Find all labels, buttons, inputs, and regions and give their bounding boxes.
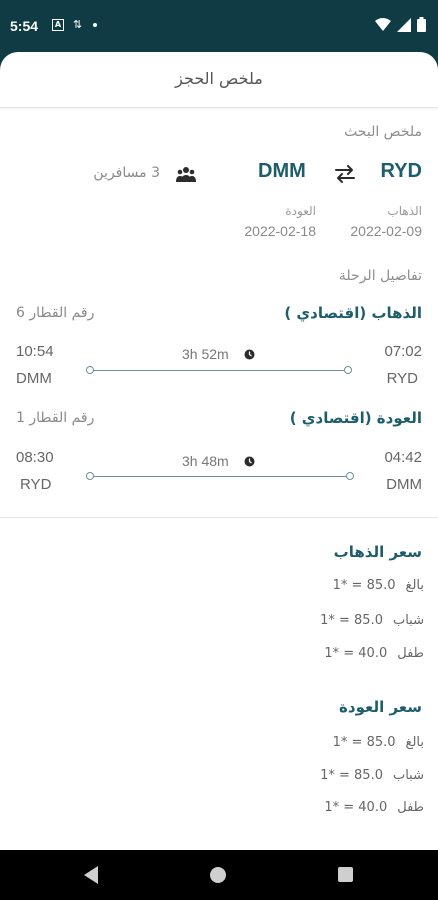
trip-details-title: تفاصيل الرحلة bbox=[338, 268, 422, 284]
inbound-depart-code: DMM bbox=[386, 476, 422, 493]
dot-icon bbox=[93, 22, 98, 27]
outbound-leg-title: الذهاب (اقتصادي ) bbox=[284, 304, 422, 322]
home-icon[interactable] bbox=[210, 867, 226, 883]
status-time: 5:54 bbox=[10, 18, 39, 34]
fare-label: شباب bbox=[392, 613, 424, 628]
fare-label: بالغ bbox=[405, 578, 424, 593]
swap-icon bbox=[335, 165, 355, 183]
fare-row-youth: شباب 1* = 85.0 bbox=[320, 613, 424, 628]
fare-label: طفل bbox=[397, 800, 424, 815]
outbound-route-line bbox=[93, 370, 344, 371]
outbound-duration: 3h 52m bbox=[182, 346, 229, 362]
fare-row-adult: بالغ 1* = 85.0 bbox=[333, 735, 424, 750]
passengers-icon bbox=[176, 167, 196, 182]
status-bar: 5:54 A ⇅ bbox=[0, 0, 438, 52]
clock-icon bbox=[244, 456, 255, 467]
outbound-fare-title: سعر الذهاب bbox=[333, 543, 422, 561]
fare-row-child: طفل 1* = 40.0 bbox=[324, 646, 424, 661]
recent-apps-icon[interactable] bbox=[338, 867, 353, 882]
fare-value: 1* = 85.0 bbox=[320, 613, 383, 628]
fare-value: 1* = 85.0 bbox=[332, 735, 396, 750]
wifi-icon bbox=[375, 18, 391, 31]
destination-code: DMM bbox=[258, 160, 306, 182]
signal-icon bbox=[397, 17, 411, 32]
route-end-dot bbox=[346, 472, 354, 480]
back-icon[interactable] bbox=[84, 866, 98, 884]
inbound-duration: 3h 48m bbox=[182, 453, 229, 469]
fare-label: شباب bbox=[392, 768, 424, 783]
inbound-arrive-code: RYD bbox=[20, 476, 52, 493]
inbound-fare-title: سعر العودة bbox=[339, 698, 422, 716]
route-end-dot bbox=[344, 366, 352, 374]
section-divider bbox=[0, 517, 438, 518]
inbound-depart-time: 04:42 bbox=[384, 449, 422, 466]
fare-row-child: طفل 1* = 40.0 bbox=[324, 800, 424, 815]
fare-value: 1* = 85.0 bbox=[320, 768, 383, 783]
fare-value: 1* = 40.0 bbox=[324, 800, 388, 815]
outbound-depart-code: RYD bbox=[386, 370, 418, 387]
search-summary-title: ملخص البحث bbox=[344, 124, 422, 140]
system-nav-bar bbox=[0, 850, 438, 900]
return-date: 2022-02-18 bbox=[244, 223, 316, 239]
status-notification-icons: A ⇅ bbox=[52, 18, 98, 31]
passengers-count: 3 مسافرين bbox=[93, 165, 160, 181]
sheet-header: ملخص الحجز bbox=[0, 52, 438, 108]
depart-date-label: الذهاب bbox=[387, 204, 422, 218]
inbound-route-line bbox=[93, 476, 346, 477]
data-transfer-icon: ⇅ bbox=[73, 18, 83, 31]
status-system-icons bbox=[375, 17, 426, 32]
outbound-train-number: رقم القطار 6 bbox=[16, 305, 95, 321]
inbound-train-number: رقم القطار 1 bbox=[16, 410, 95, 426]
booking-summary-sheet: ملخص الحجز ملخص البحث RYD DMM 3 مسافرين … bbox=[0, 52, 438, 850]
fare-value: 1* = 85.0 bbox=[332, 578, 396, 593]
fare-label: طفل bbox=[397, 646, 424, 661]
outbound-arrive-code: DMM bbox=[16, 370, 52, 387]
fare-label: بالغ bbox=[405, 735, 424, 750]
outbound-arrive-time: 10:54 bbox=[16, 343, 54, 360]
outbound-depart-time: 07:02 bbox=[384, 343, 422, 360]
clock-icon bbox=[244, 349, 255, 360]
fare-row-youth: شباب 1* = 85.0 bbox=[320, 768, 424, 783]
battery-icon bbox=[417, 17, 426, 32]
fare-value: 1* = 40.0 bbox=[324, 646, 388, 661]
inbound-arrive-time: 08:30 bbox=[16, 449, 54, 466]
fare-row-adult: بالغ 1* = 85.0 bbox=[333, 578, 424, 593]
depart-date: 2022-02-09 bbox=[350, 223, 422, 239]
inbound-leg-title: العودة (اقتصادي ) bbox=[289, 409, 422, 427]
page-title: ملخص الحجز bbox=[175, 69, 263, 88]
a-icon: A bbox=[52, 18, 64, 31]
origin-code: RYD bbox=[380, 160, 422, 182]
return-date-label: العودة bbox=[285, 204, 316, 218]
